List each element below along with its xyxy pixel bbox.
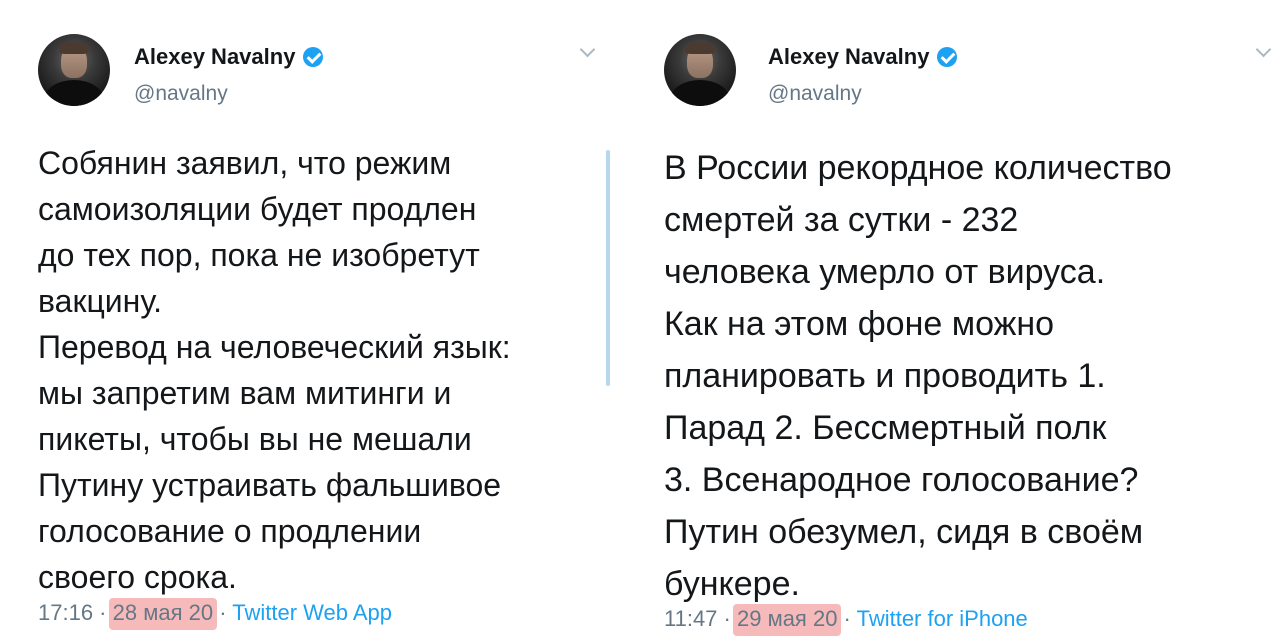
tweet-client-link[interactable]: Twitter for iPhone bbox=[857, 606, 1028, 631]
tweet-date[interactable]: 28 мая 20 bbox=[108, 598, 218, 630]
meta-separator: · bbox=[717, 606, 737, 631]
tweet-client-link[interactable]: Twitter Web App bbox=[232, 600, 392, 625]
meta-separator: · bbox=[837, 606, 857, 631]
chevron-down-icon[interactable] bbox=[1255, 41, 1272, 58]
chevron-down-icon[interactable] bbox=[579, 41, 596, 58]
meta-separator: · bbox=[93, 600, 113, 625]
author-name[interactable]: Alexey Navalny bbox=[768, 44, 929, 70]
meta-separator: · bbox=[213, 600, 233, 625]
author-handle[interactable]: @navalny bbox=[768, 82, 862, 106]
tweet-card-left: Alexey Navalny @navalny Собянин заявил, … bbox=[0, 0, 600, 636]
avatar[interactable] bbox=[38, 34, 110, 106]
tweet-time[interactable]: 17:16 bbox=[38, 600, 93, 625]
tweet-time[interactable]: 11:47 bbox=[664, 606, 717, 631]
tweet-card-right: Alexey Navalny @navalny В России рекордн… bbox=[640, 0, 1280, 636]
tweet-date[interactable]: 29 мая 20 bbox=[732, 604, 842, 636]
divider bbox=[606, 150, 610, 386]
author-row: Alexey Navalny bbox=[768, 44, 958, 70]
verified-badge-icon bbox=[303, 47, 324, 67]
author-handle[interactable]: @navalny bbox=[134, 82, 228, 106]
avatar[interactable] bbox=[664, 34, 736, 106]
author-row: Alexey Navalny bbox=[134, 44, 324, 70]
tweet-meta: 11:47 · 29 мая 20 · Twitter for iPhone bbox=[664, 604, 1028, 636]
tweet-meta: 17:16 · 28 мая 20 · Twitter Web App bbox=[38, 598, 392, 630]
verified-badge-icon bbox=[937, 47, 958, 67]
tweet-text: Собянин заявил, что режим самоизоляции б… bbox=[38, 145, 511, 595]
author-name[interactable]: Alexey Navalny bbox=[134, 44, 295, 70]
tweet-text: В России рекордное количество смертей за… bbox=[664, 149, 1172, 603]
